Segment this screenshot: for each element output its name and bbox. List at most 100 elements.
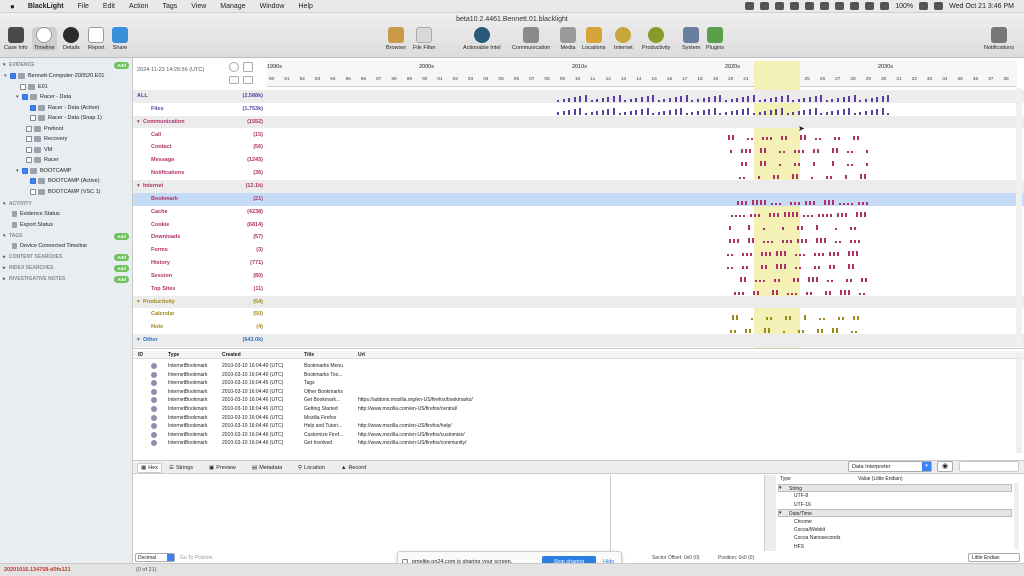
timeline-row[interactable]: ▾ Productivity (54) — [133, 295, 1024, 309]
timeline-row[interactable]: Cache (4238) — [133, 206, 1024, 219]
timeline-date[interactable]: 2024-11-23 14:26:56 (UTC) — [137, 67, 204, 73]
tab-record[interactable]: ▲ Record — [338, 463, 369, 473]
tree-item[interactable]: ▾ Racer - Data — [0, 92, 132, 102]
disclosure-icon[interactable]: ▾ — [779, 485, 782, 491]
menu-edit[interactable]: Edit — [96, 3, 122, 10]
table-row[interactable]: InternetBookmark 2010-03-10 16:04:40 (UTC… — [133, 362, 1024, 370]
disclosure-icon[interactable]: ▾ — [137, 183, 140, 189]
timeline-row[interactable]: Top Sites (11) — [133, 283, 1024, 296]
timeline-row[interactable]: ▾ Internet (12.1k) — [133, 179, 1024, 193]
tab-hex[interactable]: ▦ Hex — [137, 463, 162, 473]
interpreter-row[interactable]: HFS — [778, 543, 1012, 551]
menu-tags[interactable]: Tags — [155, 3, 184, 10]
interpreter-group[interactable]: ▾ Date/Time — [778, 509, 1012, 518]
tree-item[interactable]: ▾ BOOTCAMP — [0, 166, 132, 176]
checkbox[interactable] — [22, 94, 28, 100]
checkbox[interactable] — [22, 168, 28, 174]
apple-icon[interactable]: ● — [0, 2, 21, 11]
sidebar-section-investigative-notes[interactable]: ▸ INVESTIGATIVE NOTES Add — [0, 274, 132, 284]
timeline-row[interactable]: History (771) — [133, 257, 1024, 270]
disclosure-icon[interactable]: ▾ — [137, 299, 140, 305]
menu-manage[interactable]: Manage — [213, 3, 252, 10]
timeline-row[interactable]: Cookie (6814) — [133, 219, 1024, 232]
column-header[interactable]: Title — [304, 352, 314, 358]
menu-file[interactable]: File — [71, 3, 96, 10]
fit-icon[interactable] — [243, 76, 253, 84]
interpreter-row[interactable]: UTF-8 — [778, 492, 1012, 500]
add-index-search-button[interactable]: Add — [114, 264, 129, 272]
sidebar-section-activity[interactable]: ▾ ACTIVITY — [0, 199, 132, 209]
sidebar-item-tag[interactable]: Device Connected Timeline — [0, 241, 132, 251]
timeline-row[interactable]: ALL (2,588k) — [133, 90, 1024, 103]
add-tag-button[interactable]: Add — [114, 232, 129, 240]
ascii-view[interactable] — [612, 475, 765, 551]
details-button[interactable]: Details — [63, 27, 80, 51]
timeline-row[interactable]: Contact (56) — [133, 141, 1024, 154]
column-header[interactable]: Url — [358, 352, 365, 358]
interpreter-search-field[interactable] — [959, 461, 1019, 472]
productivity-button[interactable]: Productivity — [642, 27, 670, 51]
tab-preview[interactable]: ▣ Preview — [206, 463, 239, 473]
disclosure-icon[interactable]: ▾ — [137, 119, 140, 125]
sidebar-section-index-searches[interactable]: ▸ INDEX SEARCHES Add — [0, 263, 132, 273]
system-button[interactable]: System — [682, 27, 700, 51]
checkbox[interactable] — [30, 115, 36, 121]
communication-button[interactable]: Communication — [512, 27, 550, 51]
timeline-row[interactable]: Files (1,753k) — [133, 103, 1024, 116]
table-row[interactable]: InternetBookmark 2010-03-10 16:04:46 (UTC… — [133, 414, 1024, 422]
status-icon[interactable] — [805, 2, 815, 10]
column-header[interactable]: ID — [138, 352, 143, 358]
timeline-axis[interactable]: 1990s 2000s 2010s 2020s 2030s 90 91 92 93 94… — [267, 61, 1017, 87]
plugins-button[interactable]: Plugins — [706, 27, 724, 51]
number-format-select[interactable]: Decimal — [135, 553, 175, 562]
status-icon[interactable] — [820, 2, 830, 10]
timeline-scrollbar[interactable] — [1016, 88, 1022, 346]
wifi-icon[interactable] — [880, 2, 890, 10]
tree-item[interactable]: BOOTCAMP (Active) — [0, 176, 132, 186]
table-row[interactable]: InternetBookmark 2010-03-10 16:04:46 (UTC… — [133, 396, 1024, 404]
checkbox[interactable] — [30, 105, 36, 111]
checkbox[interactable] — [26, 136, 32, 142]
timeline-row[interactable]: Call (15) — [133, 129, 1024, 142]
battery-icon[interactable] — [919, 2, 929, 10]
status-icon[interactable] — [835, 2, 845, 10]
disclosure-icon[interactable]: ▾ — [779, 510, 782, 516]
checkbox[interactable] — [30, 178, 36, 184]
tree-item[interactable]: E01 — [0, 82, 132, 92]
report-button[interactable]: Report — [88, 27, 105, 51]
browser-button[interactable]: Browser — [386, 27, 406, 51]
case-info-button[interactable]: Case Info — [4, 27, 28, 51]
locations-button[interactable]: Locations — [582, 27, 606, 51]
table-row[interactable]: InternetBookmark 2010-03-10 16:04:40 (UTC… — [133, 388, 1024, 396]
sidebar-item-evidence-status[interactable]: Evidence Status — [0, 209, 132, 219]
table-row[interactable]: InternetBookmark 2010-03-10 16:04:46 (UTC… — [133, 439, 1024, 447]
media-button[interactable]: Media — [560, 27, 576, 51]
menu-app[interactable]: BlackLight — [21, 3, 71, 10]
help-icon[interactable] — [229, 62, 239, 72]
add-evidence-button[interactable]: Add — [114, 61, 129, 69]
disclosure-icon[interactable]: ▾ — [137, 337, 140, 343]
actionable-intel-button[interactable]: Actionable Intel — [463, 27, 501, 51]
tree-item[interactable]: BOOTCAMP (VSC 1) — [0, 187, 132, 197]
table-row[interactable]: InternetBookmark 2010-03-10 16:04:40 (UTC… — [133, 371, 1024, 379]
timeline-row[interactable]: Session (80) — [133, 270, 1024, 283]
table-row[interactable]: InternetBookmark 2010-03-10 16:04:46 (UTC… — [133, 431, 1024, 439]
tree-item[interactable]: Racer - Data (Snap 1) — [0, 113, 132, 123]
timeline-row[interactable]: Forms (3) — [133, 244, 1024, 257]
status-icon[interactable] — [760, 2, 770, 10]
tree-item[interactable]: Preboot — [0, 124, 132, 134]
status-icon[interactable] — [850, 2, 860, 10]
timeline-row[interactable]: Downloads (57) — [133, 231, 1024, 244]
interpreter-row[interactable]: Cocoa Nanoseconds — [778, 534, 1012, 542]
internet-button[interactable]: Internet — [614, 27, 633, 51]
status-icon[interactable] — [775, 2, 785, 10]
checkbox[interactable] — [26, 126, 32, 132]
share-button[interactable]: Share — [112, 27, 128, 51]
tab-location[interactable]: ⚲ Location — [295, 463, 328, 473]
sidebar-section-evidence[interactable]: ▾ EVIDENCE Add — [0, 60, 132, 70]
sidebar-section-content-searches[interactable]: ▸ CONTENT SEARCHES Add — [0, 252, 132, 262]
checkbox[interactable] — [20, 84, 26, 90]
checkbox[interactable] — [26, 157, 32, 163]
tree-item[interactable]: ▾ Bennett-Computer-200520.E01 — [0, 71, 132, 81]
checkbox[interactable] — [10, 73, 16, 79]
